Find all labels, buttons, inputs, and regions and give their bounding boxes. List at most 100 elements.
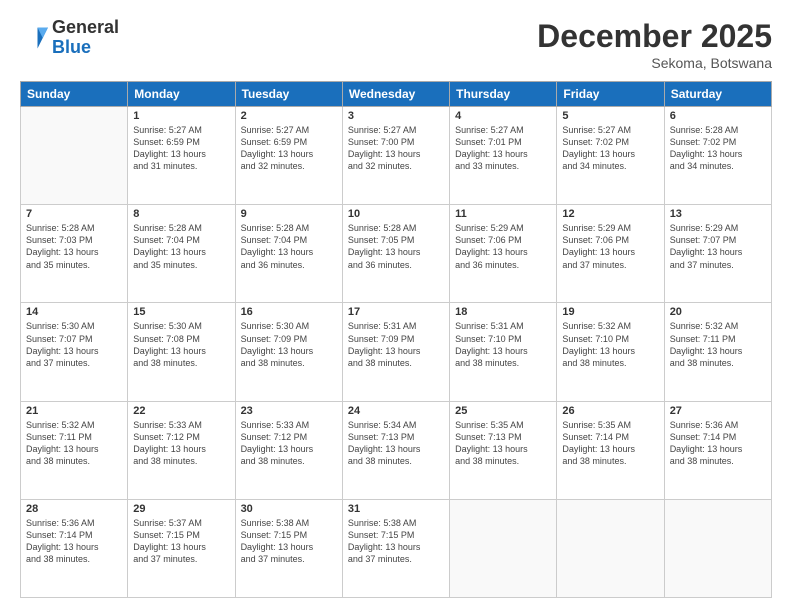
day-info: Sunrise: 5:29 AM Sunset: 7:06 PM Dayligh… [455, 222, 551, 271]
logo-blue-text: Blue [52, 37, 91, 57]
day-number: 29 [133, 503, 229, 515]
weekday-header: Monday [128, 82, 235, 107]
calendar-cell: 18Sunrise: 5:31 AM Sunset: 7:10 PM Dayli… [450, 303, 557, 401]
calendar-cell [21, 107, 128, 205]
calendar-cell: 26 Sunrise: 5:35 AM Sunset: 7:14 PM Dayli… [557, 401, 664, 499]
calendar-cell: 25Sunrise: 5:35 AM Sunset: 7:13 PM Dayli… [450, 401, 557, 499]
calendar-cell: 23 Sunrise: 5:33 AM Sunset: 7:12 PM Dayli… [235, 401, 342, 499]
calendar-week-row: 14 Sunrise: 5:30 AM Sunset: 7:07 PM Dayli… [21, 303, 772, 401]
day-number: 2 [241, 110, 337, 122]
day-number: 5 [562, 110, 658, 122]
calendar-cell: 11 Sunrise: 5:29 AM Sunset: 7:06 PM Dayli… [450, 205, 557, 303]
calendar-cell: 4Sunrise: 5:27 AM Sunset: 7:01 PM Daylig… [450, 107, 557, 205]
day-info: Sunrise: 5:29 AM Sunset: 7:07 PM Dayligh… [670, 222, 766, 271]
calendar-cell: 31 Sunrise: 5:38 AM Sunset: 7:15 PM Dayli… [342, 499, 449, 597]
day-number: 18 [455, 306, 551, 318]
day-number: 14 [26, 306, 122, 318]
day-number: 1 [133, 110, 229, 122]
month-title: December 2025 [537, 18, 772, 55]
calendar-cell: 6Sunrise: 5:28 AM Sunset: 7:02 PM Daylig… [664, 107, 771, 205]
day-info: Sunrise: 5:27 AM Sunset: 6:59 PM Dayligh… [241, 124, 337, 173]
calendar-body: 1 Sunrise: 5:27 AM Sunset: 6:59 PM Daylig… [21, 107, 772, 598]
calendar-cell: 22 Sunrise: 5:33 AM Sunset: 7:12 PM Dayli… [128, 401, 235, 499]
day-info: Sunrise: 5:35 AM Sunset: 7:14 PM Dayligh… [562, 419, 658, 468]
day-info: Sunrise: 5:36 AM Sunset: 7:14 PM Dayligh… [26, 517, 122, 566]
calendar-cell: 7 Sunrise: 5:28 AM Sunset: 7:03 PM Daylig… [21, 205, 128, 303]
calendar-cell: 24 Sunrise: 5:34 AM Sunset: 7:13 PM Dayli… [342, 401, 449, 499]
calendar-week-row: 28 Sunrise: 5:36 AM Sunset: 7:14 PM Dayli… [21, 499, 772, 597]
day-info: Sunrise: 5:38 AM Sunset: 7:15 PM Dayligh… [348, 517, 444, 566]
calendar-cell: 27 Sunrise: 5:36 AM Sunset: 7:14 PM Dayli… [664, 401, 771, 499]
day-info: Sunrise: 5:30 AM Sunset: 7:09 PM Dayligh… [241, 320, 337, 369]
day-number: 22 [133, 405, 229, 417]
day-info: Sunrise: 5:28 AM Sunset: 7:04 PM Dayligh… [241, 222, 337, 271]
calendar-cell: 12Sunrise: 5:29 AM Sunset: 7:06 PM Dayli… [557, 205, 664, 303]
day-info: Sunrise: 5:27 AM Sunset: 7:00 PM Dayligh… [348, 124, 444, 173]
day-number: 11 [455, 208, 551, 220]
day-info: Sunrise: 5:33 AM Sunset: 7:12 PM Dayligh… [133, 419, 229, 468]
calendar-cell: 29 Sunrise: 5:37 AM Sunset: 7:15 PM Dayli… [128, 499, 235, 597]
day-number: 31 [348, 503, 444, 515]
day-info: Sunrise: 5:32 AM Sunset: 7:11 PM Dayligh… [670, 320, 766, 369]
weekday-header: Sunday [21, 82, 128, 107]
calendar-cell: 30 Sunrise: 5:38 AM Sunset: 7:15 PM Dayli… [235, 499, 342, 597]
day-info: Sunrise: 5:28 AM Sunset: 7:04 PM Dayligh… [133, 222, 229, 271]
day-number: 24 [348, 405, 444, 417]
calendar-cell: 17Sunrise: 5:31 AM Sunset: 7:09 PM Dayli… [342, 303, 449, 401]
day-info: Sunrise: 5:32 AM Sunset: 7:11 PM Dayligh… [26, 419, 122, 468]
day-number: 25 [455, 405, 551, 417]
page-header: General Blue December 2025 Sekoma, Botsw… [20, 18, 772, 71]
day-info: Sunrise: 5:36 AM Sunset: 7:14 PM Dayligh… [670, 419, 766, 468]
day-info: Sunrise: 5:27 AM Sunset: 7:02 PM Dayligh… [562, 124, 658, 173]
calendar-cell: 21 Sunrise: 5:32 AM Sunset: 7:11 PM Dayli… [21, 401, 128, 499]
day-number: 27 [670, 405, 766, 417]
day-info: Sunrise: 5:38 AM Sunset: 7:15 PM Dayligh… [241, 517, 337, 566]
calendar-cell: 8Sunrise: 5:28 AM Sunset: 7:04 PM Daylig… [128, 205, 235, 303]
day-number: 21 [26, 405, 122, 417]
calendar-week-row: 21 Sunrise: 5:32 AM Sunset: 7:11 PM Dayli… [21, 401, 772, 499]
day-number: 23 [241, 405, 337, 417]
day-info: Sunrise: 5:34 AM Sunset: 7:13 PM Dayligh… [348, 419, 444, 468]
calendar-cell: 16 Sunrise: 5:30 AM Sunset: 7:09 PM Dayli… [235, 303, 342, 401]
day-number: 7 [26, 208, 122, 220]
day-number: 26 [562, 405, 658, 417]
calendar-cell: 28 Sunrise: 5:36 AM Sunset: 7:14 PM Dayli… [21, 499, 128, 597]
day-number: 3 [348, 110, 444, 122]
weekday-header: Tuesday [235, 82, 342, 107]
calendar-table: SundayMondayTuesdayWednesdayThursdayFrid… [20, 81, 772, 598]
calendar-cell: 5 Sunrise: 5:27 AM Sunset: 7:02 PM Daylig… [557, 107, 664, 205]
weekday-header: Thursday [450, 82, 557, 107]
calendar-week-row: 1 Sunrise: 5:27 AM Sunset: 6:59 PM Daylig… [21, 107, 772, 205]
day-number: 10 [348, 208, 444, 220]
day-info: Sunrise: 5:28 AM Sunset: 7:02 PM Dayligh… [670, 124, 766, 173]
calendar-cell: 1 Sunrise: 5:27 AM Sunset: 6:59 PM Daylig… [128, 107, 235, 205]
calendar-cell: 14 Sunrise: 5:30 AM Sunset: 7:07 PM Dayli… [21, 303, 128, 401]
day-info: Sunrise: 5:33 AM Sunset: 7:12 PM Dayligh… [241, 419, 337, 468]
day-info: Sunrise: 5:37 AM Sunset: 7:15 PM Dayligh… [133, 517, 229, 566]
calendar-cell [557, 499, 664, 597]
day-info: Sunrise: 5:28 AM Sunset: 7:03 PM Dayligh… [26, 222, 122, 271]
day-number: 13 [670, 208, 766, 220]
day-number: 16 [241, 306, 337, 318]
weekday-row: SundayMondayTuesdayWednesdayThursdayFrid… [21, 82, 772, 107]
weekday-header: Friday [557, 82, 664, 107]
day-number: 15 [133, 306, 229, 318]
weekday-header: Wednesday [342, 82, 449, 107]
logo: General Blue [20, 18, 119, 58]
calendar-cell: 13 Sunrise: 5:29 AM Sunset: 7:07 PM Dayli… [664, 205, 771, 303]
day-number: 28 [26, 503, 122, 515]
day-number: 30 [241, 503, 337, 515]
day-info: Sunrise: 5:31 AM Sunset: 7:09 PM Dayligh… [348, 320, 444, 369]
day-info: Sunrise: 5:30 AM Sunset: 7:08 PM Dayligh… [133, 320, 229, 369]
calendar-cell [450, 499, 557, 597]
day-number: 19 [562, 306, 658, 318]
day-number: 4 [455, 110, 551, 122]
calendar-cell: 3 Sunrise: 5:27 AM Sunset: 7:00 PM Daylig… [342, 107, 449, 205]
day-info: Sunrise: 5:28 AM Sunset: 7:05 PM Dayligh… [348, 222, 444, 271]
day-info: Sunrise: 5:27 AM Sunset: 6:59 PM Dayligh… [133, 124, 229, 173]
day-info: Sunrise: 5:30 AM Sunset: 7:07 PM Dayligh… [26, 320, 122, 369]
day-number: 12 [562, 208, 658, 220]
title-block: December 2025 Sekoma, Botswana [537, 18, 772, 71]
calendar-header: SundayMondayTuesdayWednesdayThursdayFrid… [21, 82, 772, 107]
calendar-cell: 19Sunrise: 5:32 AM Sunset: 7:10 PM Dayli… [557, 303, 664, 401]
